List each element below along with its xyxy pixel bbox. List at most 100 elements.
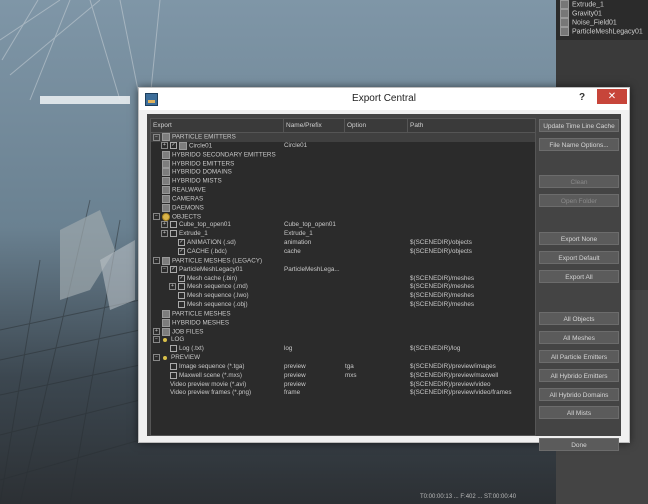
- tree-cell-name-prefix[interactable]: log: [284, 345, 344, 354]
- expand-icon[interactable]: +: [169, 283, 176, 291]
- tree-row[interactable]: + Extrude_1 Extrude_1: [151, 230, 535, 239]
- tree-cell-name-prefix[interactable]: cache: [284, 248, 344, 257]
- tree-row[interactable]: − LOG: [151, 336, 535, 345]
- export-none-button[interactable]: Export None: [539, 232, 619, 245]
- tree-row[interactable]: Video preview frames (*.png) frame $(SCENE…: [151, 389, 535, 398]
- export-checkbox[interactable]: [170, 221, 177, 229]
- collapse-icon[interactable]: −: [161, 265, 168, 273]
- export-checkbox[interactable]: ✓: [178, 247, 185, 255]
- export-checkbox[interactable]: [170, 230, 177, 238]
- tree-cell-name-prefix[interactable]: animation: [284, 239, 344, 248]
- tree-row[interactable]: Video preview movie (*.avi) preview $(SCEN…: [151, 381, 535, 390]
- clean-button[interactable]: Clean: [539, 175, 619, 188]
- tree-row[interactable]: HYBRIDO EMITTERS: [151, 159, 535, 169]
- tree-cell-name-prefix[interactable]: frame: [284, 389, 344, 398]
- tree-row[interactable]: REALWAVE: [151, 186, 535, 195]
- expand-icon[interactable]: +: [161, 230, 168, 238]
- tree-row[interactable]: Mesh sequence (.obj) $(SCENEDIR)/meshes: [151, 301, 535, 310]
- collapse-icon[interactable]: −: [153, 354, 160, 362]
- tree-row[interactable]: Maxwell scene (*.mxs) preview mxs $(SCENEDI…: [151, 371, 535, 381]
- all-objects-button[interactable]: All Objects: [539, 312, 619, 325]
- export-all-button[interactable]: Export All: [539, 270, 619, 283]
- collapse-icon[interactable]: −: [153, 133, 160, 141]
- help-button[interactable]: ?: [579, 92, 585, 103]
- export-checkbox[interactable]: ✓: [178, 274, 185, 282]
- tree-row[interactable]: + Cube_top_open01 Cube_top_open01: [151, 221, 535, 230]
- tree-row[interactable]: + JOB FILES: [151, 327, 535, 337]
- expand-icon[interactable]: +: [161, 142, 168, 150]
- export-checkbox[interactable]: ✓: [170, 265, 177, 273]
- all-particle-emitters-button[interactable]: All Particle Emitters: [539, 350, 619, 363]
- export-checkbox[interactable]: ✓: [178, 239, 185, 247]
- tree-row[interactable]: + Mesh sequence (.md) $(SCENEDIR)/meshes: [151, 283, 535, 292]
- tree-cell-path[interactable]: $(SCENEDIR)/preview/video: [410, 381, 534, 390]
- column-header-export[interactable]: Export: [151, 119, 284, 132]
- tree-cell-name-prefix[interactable]: preview: [284, 363, 344, 372]
- tree-row[interactable]: DAEMONS: [151, 203, 535, 213]
- tree-cell-path[interactable]: $(SCENEDIR)/preview/video/frames: [410, 389, 534, 398]
- export-checkbox[interactable]: [178, 301, 185, 309]
- tree-row[interactable]: PARTICLE MESHES: [151, 309, 535, 319]
- tree-row[interactable]: − ✓ ParticleMeshLegacy01 ParticleMeshLega..…: [151, 265, 535, 275]
- column-header-path[interactable]: Path: [408, 119, 535, 132]
- column-header-option[interactable]: Option: [345, 119, 408, 132]
- expand-icon[interactable]: +: [153, 328, 160, 336]
- all-hybrido-domains-button[interactable]: All Hybrido Domains: [539, 388, 619, 401]
- export-checkbox[interactable]: ✓: [170, 142, 177, 150]
- outliner-item[interactable]: ParticleMeshLegacy01: [560, 27, 643, 37]
- collapse-icon[interactable]: −: [153, 213, 160, 221]
- tree-cell-name-prefix[interactable]: preview: [284, 381, 344, 390]
- all-meshes-button[interactable]: All Meshes: [539, 331, 619, 344]
- tree-row[interactable]: − OBJECTS: [151, 212, 535, 222]
- tree-cell-option[interactable]: mxs: [345, 372, 407, 381]
- expand-icon[interactable]: +: [161, 221, 168, 229]
- tree-cell-name-prefix[interactable]: Cube_top_open01: [284, 221, 344, 230]
- tree-cell-name-prefix[interactable]: ParticleMeshLega...: [284, 266, 344, 275]
- tree-row[interactable]: Mesh sequence (.lwo) $(SCENEDIR)/meshes: [151, 292, 535, 301]
- export-checkbox[interactable]: [170, 371, 177, 379]
- tree-cell-name-prefix[interactable]: Extrude_1: [284, 230, 344, 239]
- export-checkbox[interactable]: [178, 283, 185, 291]
- open-folder-button[interactable]: Open Folder: [539, 194, 619, 207]
- tree-row[interactable]: − PREVIEW: [151, 354, 535, 363]
- export-checkbox[interactable]: [170, 362, 177, 370]
- export-checkbox[interactable]: [178, 292, 185, 300]
- collapse-icon[interactable]: −: [153, 336, 160, 344]
- tree-row[interactable]: Log (.txt) log $(SCENEDIR)/log: [151, 345, 535, 354]
- tree-cell-path[interactable]: $(SCENEDIR)/meshes: [410, 301, 534, 310]
- tree-cell-path[interactable]: $(SCENEDIR)/preview/maxwell: [410, 372, 534, 381]
- tree-cell-path[interactable]: $(SCENEDIR)/log: [410, 345, 534, 354]
- file-name-options-button[interactable]: File Name Options...: [539, 138, 619, 151]
- export-default-button[interactable]: Export Default: [539, 251, 619, 264]
- tree-cell-path[interactable]: $(SCENEDIR)/meshes: [410, 283, 534, 292]
- done-button[interactable]: Done: [539, 438, 619, 451]
- tree-cell-path[interactable]: $(SCENEDIR)/preview/images: [410, 363, 534, 372]
- all-mists-button[interactable]: All Mists: [539, 406, 619, 419]
- dialog-titlebar[interactable]: Export Central ? ✕: [139, 88, 629, 110]
- tree-row[interactable]: CAMERAS: [151, 194, 535, 204]
- tree-cell-name-prefix[interactable]: preview: [284, 372, 344, 381]
- close-button[interactable]: ✕: [597, 89, 627, 104]
- all-hybrido-emitters-button[interactable]: All Hybrido Emitters: [539, 369, 619, 382]
- tree-row[interactable]: ✓ Mesh cache (.bin) $(SCENEDIR)/meshes: [151, 274, 535, 284]
- tree-row[interactable]: ✓ CACHE (.bdc) cache $(SCENEDIR)/objects: [151, 247, 535, 257]
- export-tree[interactable]: Export Name/Prefix Option Path − PARTICLE…: [150, 118, 536, 436]
- tree-row[interactable]: − PARTICLE MESHES (LEGACY): [151, 256, 535, 266]
- tree-cell-name-prefix[interactable]: Circle01: [284, 142, 344, 151]
- tree-row[interactable]: HYBRIDO SECONDARY EMITTERS: [151, 150, 535, 160]
- tree-cell-path[interactable]: $(SCENEDIR)/meshes: [410, 292, 534, 301]
- update-time-line-cache-button[interactable]: Update Time Line Cache: [539, 119, 619, 132]
- tree-row[interactable]: ✓ ANIMATION (.sd) animation $(SCENEDIR)/obj…: [151, 239, 535, 248]
- tree-row[interactable]: + ✓ Circle01 Circle01: [151, 141, 535, 151]
- export-checkbox[interactable]: [170, 345, 177, 353]
- column-header-name-prefix[interactable]: Name/Prefix: [284, 119, 345, 132]
- tree-row[interactable]: HYBRIDO MESHES: [151, 318, 535, 328]
- tree-cell-path[interactable]: $(SCENEDIR)/objects: [410, 239, 534, 248]
- tree-cell-path[interactable]: $(SCENEDIR)/meshes: [410, 275, 534, 284]
- tree-row[interactable]: HYBRIDO DOMAINS: [151, 168, 535, 177]
- collapse-icon[interactable]: −: [153, 257, 160, 265]
- tree-cell-path[interactable]: $(SCENEDIR)/objects: [410, 248, 534, 257]
- tree-row[interactable]: − PARTICLE EMITTERS: [151, 133, 535, 142]
- tree-row[interactable]: Image sequence (*.tga) preview tga $(SCENED…: [151, 362, 535, 372]
- tree-row[interactable]: HYBRIDO MISTS: [151, 177, 535, 186]
